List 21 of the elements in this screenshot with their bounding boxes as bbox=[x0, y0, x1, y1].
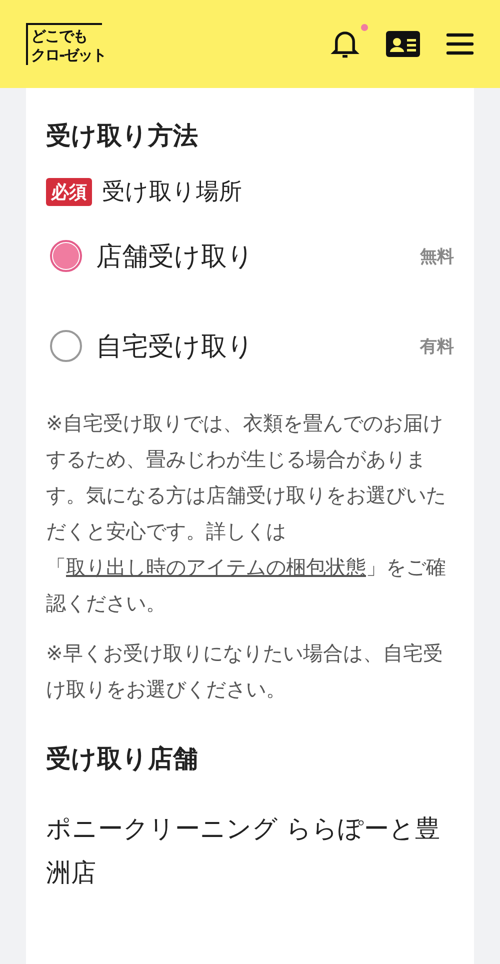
menu-button[interactable] bbox=[446, 32, 474, 56]
radio-button[interactable] bbox=[50, 240, 82, 272]
logo-text: クロ-ゼット bbox=[31, 46, 102, 65]
field-label: 受け取り場所 bbox=[102, 178, 242, 207]
logo[interactable]: どこでも クロ-ゼット bbox=[26, 23, 102, 65]
section-title: 受け取り方法 bbox=[46, 120, 199, 152]
packaging-link[interactable]: 取り出し時のアイテムの梱包状態 bbox=[66, 555, 366, 579]
required-badge: 必須 bbox=[46, 178, 92, 206]
price-label: 無料 bbox=[420, 246, 454, 268]
option-label: 店舗受け取り bbox=[96, 240, 255, 274]
note-text: ※早くお受け取りになりたい場合は、自宅受け取りをお選びください。 bbox=[46, 640, 444, 703]
id-card-icon bbox=[386, 31, 420, 57]
member-card-button[interactable] bbox=[386, 31, 420, 57]
note-text: ※自宅受け取りでは、衣類を畳んでのお届けするため、畳みじわが生じる場合があります。気になる方は店舗受け取りをお選びいただくと安心です。詳しくは「取り出し時のアイテムの梱包状態」をご確認ください。 bbox=[46, 410, 447, 617]
logo-text: どこでも bbox=[31, 27, 88, 46]
menu-icon bbox=[446, 32, 474, 56]
store-name: ポニークリーニング ららぽーと豊洲店 bbox=[46, 813, 441, 889]
radio-button[interactable] bbox=[50, 330, 82, 362]
section-title: 受け取り店舗 bbox=[46, 743, 199, 775]
option-label: 自宅受け取り bbox=[96, 330, 255, 364]
price-label: 有料 bbox=[420, 336, 454, 358]
